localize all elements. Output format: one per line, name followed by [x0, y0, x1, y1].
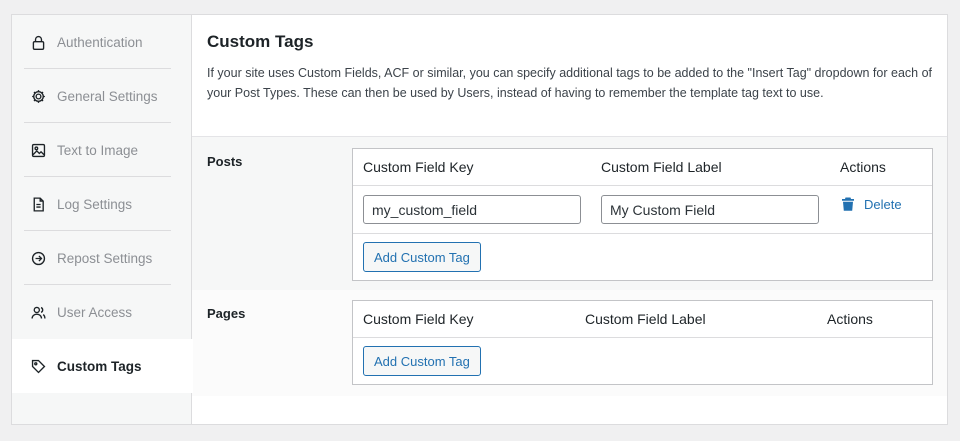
posts-section: Posts Custom Field Key Custom Field Labe… — [192, 137, 947, 290]
page-header: Custom Tags If your site uses Custom Fie… — [192, 15, 947, 137]
sidebar-item-general-settings[interactable]: General Settings — [12, 69, 191, 123]
column-header-label: Custom Field Label — [601, 159, 722, 175]
column-header-key: Custom Field Key — [363, 311, 474, 327]
sidebar-item-text-to-image[interactable]: Text to Image — [12, 123, 191, 177]
main-content: Custom Tags If your site uses Custom Fie… — [192, 15, 947, 424]
column-header-label: Custom Field Label — [585, 311, 706, 327]
sidebar-item-label: Custom Tags — [57, 358, 142, 374]
delete-button[interactable]: Delete — [840, 196, 902, 212]
sidebar-item-label: Authentication — [57, 34, 143, 50]
sidebar-item-label: User Access — [57, 304, 133, 320]
section-label: Posts — [207, 154, 243, 169]
add-custom-tag-button[interactable]: Add Custom Tag — [363, 346, 481, 376]
custom-field-label-input[interactable] — [601, 195, 819, 224]
column-header-actions: Actions — [840, 159, 886, 175]
column-header-key: Custom Field Key — [363, 159, 474, 175]
table-row: Delete — [353, 186, 932, 234]
settings-panel: Authentication General Settings Text to … — [11, 14, 948, 425]
circle-arrow-icon — [29, 249, 47, 267]
document-icon — [29, 195, 47, 213]
table-header: Custom Field Key Custom Field Label Acti… — [353, 301, 932, 338]
sidebar-item-label: Repost Settings — [57, 250, 153, 266]
tag-icon — [29, 357, 47, 375]
column-header-actions: Actions — [827, 311, 873, 327]
sidebar-item-log-settings[interactable]: Log Settings — [12, 177, 191, 231]
sidebar-item-authentication[interactable]: Authentication — [12, 15, 191, 69]
custom-field-key-input[interactable] — [363, 195, 581, 224]
posts-tag-table: Custom Field Key Custom Field Label Acti… — [352, 148, 933, 281]
table-footer: Add Custom Tag — [353, 234, 932, 280]
pages-tag-table: Custom Field Key Custom Field Label Acti… — [352, 300, 933, 385]
sidebar-item-custom-tags[interactable]: Custom Tags — [12, 339, 193, 393]
lock-icon — [29, 33, 47, 51]
add-custom-tag-button[interactable]: Add Custom Tag — [363, 242, 481, 272]
users-icon — [29, 303, 47, 321]
image-icon — [29, 141, 47, 159]
sidebar-item-label: Log Settings — [57, 196, 133, 212]
page-title: Custom Tags — [207, 32, 314, 51]
sidebar-item-label: Text to Image — [57, 142, 139, 158]
section-label: Pages — [207, 306, 246, 321]
sidebar: Authentication General Settings Text to … — [12, 15, 193, 424]
table-header: Custom Field Key Custom Field Label Acti… — [353, 149, 932, 186]
table-footer: Add Custom Tag — [353, 338, 932, 384]
page-description: If your site uses Custom Fields, ACF or … — [207, 66, 932, 100]
delete-label: Delete — [864, 196, 902, 212]
sidebar-item-label: General Settings — [57, 88, 158, 104]
trash-icon — [842, 197, 854, 211]
sidebar-item-repost-settings[interactable]: Repost Settings — [12, 231, 191, 285]
sidebar-item-user-access[interactable]: User Access — [12, 285, 191, 339]
gear-icon — [29, 87, 47, 105]
pages-section: Pages Custom Field Key Custom Field Labe… — [192, 290, 947, 396]
